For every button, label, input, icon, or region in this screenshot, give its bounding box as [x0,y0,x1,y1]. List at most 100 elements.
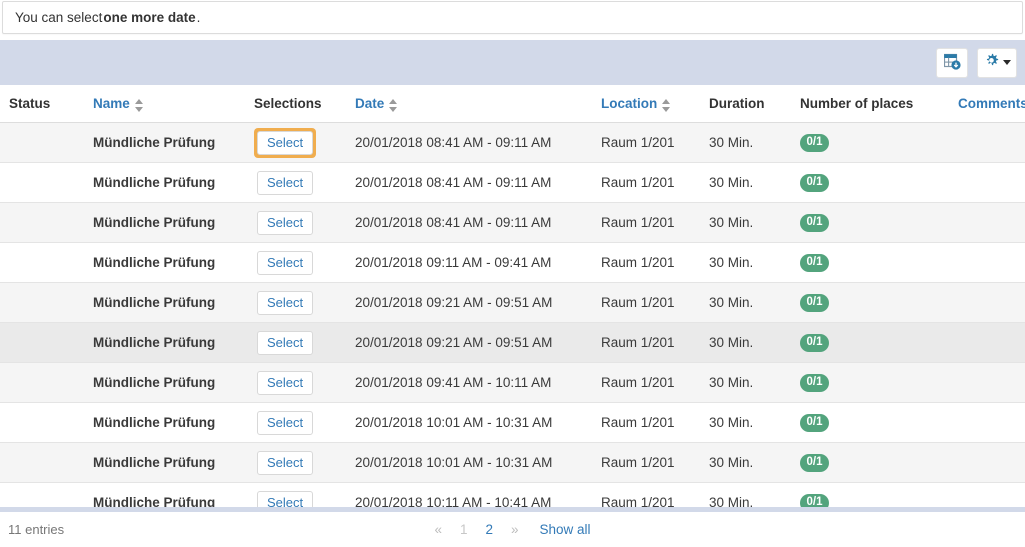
select-button-wrapper: Select [254,408,316,438]
places-badge: 0/1 [800,454,829,472]
cell-comments [958,123,1025,163]
cell-date: 20/01/2018 08:41 AM - 09:11 AM [355,123,601,163]
cell-location: Raum 1/201 [601,283,709,323]
cell-name: Mündliche Prüfung [93,203,254,243]
cell-location: Raum 1/201 [601,403,709,443]
table-row[interactable]: Mündliche PrüfungSelect20/01/2018 08:41 … [0,163,1025,203]
cell-selections: Select [254,363,355,403]
places-badge: 0/1 [800,254,829,272]
exam-date-selection-page: You can select one more date. [0,1,1025,547]
column-header-selections-label: Selections [254,96,322,111]
cell-name: Mündliche Prüfung [93,443,254,483]
select-button[interactable]: Select [257,171,313,195]
select-button-wrapper: Select [254,368,316,398]
cell-name: Mündliche Prüfung [93,363,254,403]
pagination: «12»Show all [0,522,1025,537]
select-button[interactable]: Select [257,291,313,315]
select-button[interactable]: Select [257,211,313,235]
table-row[interactable]: Mündliche PrüfungSelect20/01/2018 09:41 … [0,363,1025,403]
table-footer: 11 entries «12»Show all [0,511,1025,547]
cell-status [0,443,93,483]
column-header-name[interactable]: Name [93,85,254,123]
column-header-comments[interactable]: Comments [958,85,1025,123]
cell-location: Raum 1/201 [601,123,709,163]
pagination-page-2[interactable]: 2 [476,522,502,537]
places-badge: 0/1 [800,374,829,392]
pagination-show-all[interactable]: Show all [528,522,600,537]
cell-number-of-places: 0/1 [800,283,958,323]
cell-number-of-places: 0/1 [800,123,958,163]
cell-comments [958,283,1025,323]
cell-number-of-places: 0/1 [800,403,958,443]
column-header-date[interactable]: Date [355,85,601,123]
sort-icon-name[interactable] [135,99,144,112]
column-header-location[interactable]: Location [601,85,709,123]
table-row[interactable]: Mündliche PrüfungSelect20/01/2018 09:11 … [0,243,1025,283]
cell-duration: 30 Min. [709,243,800,283]
select-button[interactable]: Select [257,131,313,155]
column-header-location-label[interactable]: Location [601,96,657,111]
cell-duration: 30 Min. [709,363,800,403]
table-toolbar [0,40,1025,85]
cell-date: 20/01/2018 09:21 AM - 09:51 AM [355,323,601,363]
select-button[interactable]: Select [257,371,313,395]
cell-selections: Select [254,123,355,163]
column-header-status-label: Status [9,96,50,111]
sort-icon-date[interactable] [389,99,398,112]
cell-date: 20/01/2018 10:01 AM - 10:31 AM [355,403,601,443]
cell-duration: 30 Min. [709,203,800,243]
cell-comments [958,163,1025,203]
cell-status [0,363,93,403]
export-table-button[interactable] [936,48,968,78]
column-header-date-label[interactable]: Date [355,96,384,111]
cell-date: 20/01/2018 09:21 AM - 09:51 AM [355,283,601,323]
cell-location: Raum 1/201 [601,443,709,483]
places-badge: 0/1 [800,214,829,232]
cell-duration: 30 Min. [709,163,800,203]
column-header-comments-label[interactable]: Comments [958,96,1025,111]
table-header-row: Status Name Selections Date Location Dur… [0,85,1025,123]
cell-number-of-places: 0/1 [800,363,958,403]
cell-name: Mündliche Prüfung [93,403,254,443]
pagination-next[interactable]: » [502,522,528,537]
places-badge: 0/1 [800,134,829,152]
table-row[interactable]: Mündliche PrüfungSelect20/01/2018 09:21 … [0,323,1025,363]
places-badge: 0/1 [800,334,829,352]
cell-status [0,403,93,443]
cell-number-of-places: 0/1 [800,243,958,283]
cell-location: Raum 1/201 [601,163,709,203]
cell-comments [958,403,1025,443]
column-header-name-label[interactable]: Name [93,96,130,111]
select-button[interactable]: Select [257,451,313,475]
table-row[interactable]: Mündliche PrüfungSelect 20/01/2018 09:21 … [0,283,1025,323]
exam-dates-table: Status Name Selections Date Location Dur… [0,85,1025,523]
gear-icon [984,53,1000,72]
cell-duration: 30 Min. [709,123,800,163]
cell-selections: Select [254,443,355,483]
places-badge: 0/1 [800,174,829,192]
table-row[interactable]: Mündliche PrüfungSelect20/01/2018 10:01 … [0,443,1025,483]
settings-button[interactable] [977,48,1017,78]
cell-date: 20/01/2018 08:41 AM - 09:11 AM [355,203,601,243]
cell-location: Raum 1/201 [601,203,709,243]
select-button-wrapper: Select [254,288,316,318]
table-row[interactable]: Mündliche PrüfungSelect 20/01/2018 10:01 … [0,403,1025,443]
cell-status [0,283,93,323]
select-button[interactable]: Select [257,331,313,355]
cell-name: Mündliche Prüfung [93,283,254,323]
table-row[interactable]: Mündliche PrüfungSelect 20/01/2018 08:41 … [0,203,1025,243]
table-row[interactable]: Mündliche PrüfungSelect20/01/2018 08:41 … [0,123,1025,163]
info-banner-text-after: . [197,10,201,25]
cell-duration: 30 Min. [709,283,800,323]
table-body: Mündliche PrüfungSelect20/01/2018 08:41 … [0,123,1025,523]
cell-duration: 30 Min. [709,443,800,483]
cell-status [0,243,93,283]
select-button[interactable]: Select [257,251,313,275]
cell-selections: Select [254,243,355,283]
info-banner-text-strong: one more date [102,10,196,25]
sort-icon-location[interactable] [662,99,671,112]
column-header-selections: Selections [254,85,355,123]
table-export-icon [944,53,961,73]
pagination-prev[interactable]: « [425,522,451,537]
select-button[interactable]: Select [257,411,313,435]
